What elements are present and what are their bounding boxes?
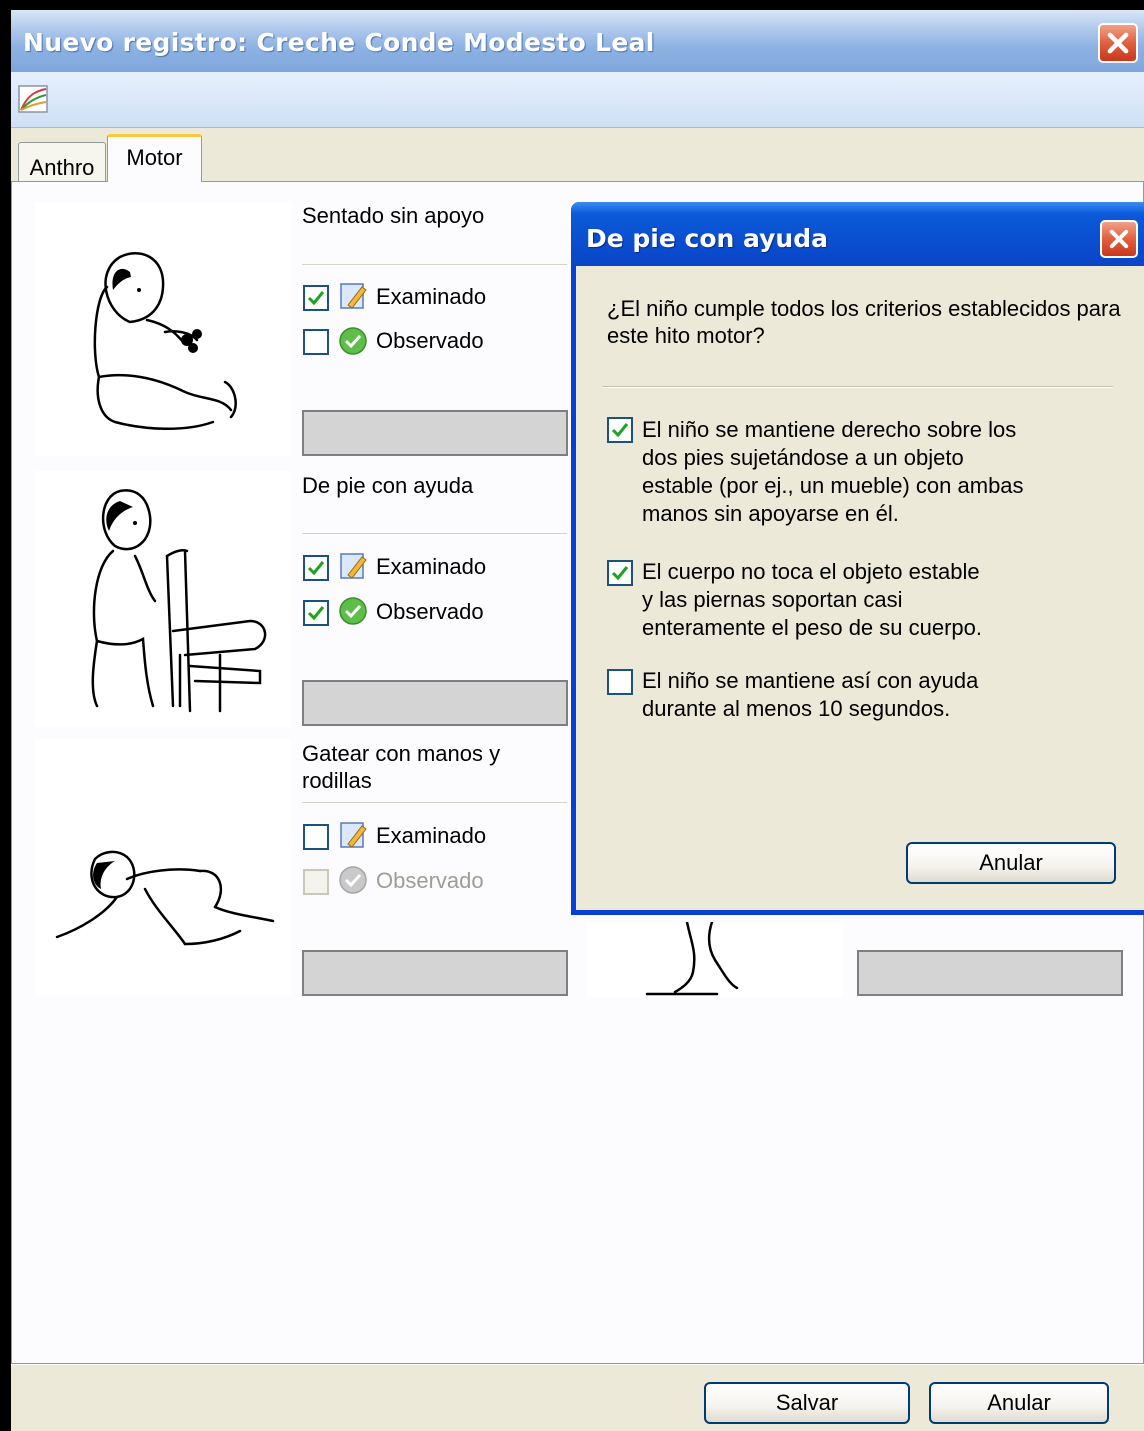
baby-standing-image: [35, 471, 291, 727]
examinado-checkbox[interactable]: [303, 285, 329, 311]
observado-label: Observado: [376, 328, 484, 353]
check-circle-icon: [339, 327, 367, 355]
criterion-checkbox[interactable]: [607, 417, 633, 443]
criterion-text: El niño se mantiene derecho sobre los do…: [642, 416, 1112, 528]
pencil-note-icon: [340, 822, 367, 848]
notes-field[interactable]: [302, 950, 568, 996]
divider: [302, 802, 567, 804]
criterion-checkbox[interactable]: [607, 560, 633, 586]
pencil-note-icon: [340, 553, 367, 579]
observado-checkbox[interactable]: [303, 329, 329, 355]
criterion-line: durante al menos 10 segundos.: [642, 696, 951, 721]
close-icon: [1109, 229, 1129, 249]
baby-walking-image: [587, 920, 843, 997]
examinado-checkbox[interactable]: [303, 555, 329, 581]
milestone-title: Gatear con manos y rodillas: [302, 741, 501, 793]
criterion-line: y las piernas soportan casi: [642, 587, 903, 612]
divider: [302, 533, 567, 535]
examinado-label: Examinado: [376, 554, 487, 579]
examinado-checkbox[interactable]: [303, 824, 329, 850]
criterion-line: El niño se mantiene así con ayuda: [642, 668, 979, 693]
tab-motor[interactable]: Motor: [107, 134, 202, 182]
dialog-body: ¿El niño cumple todos los criterios esta…: [576, 266, 1144, 910]
window-title: Nuevo registro: Creche Conde Modesto Lea…: [23, 28, 655, 57]
criterion-line: El cuerpo no toca el objeto estable: [642, 559, 980, 584]
chart-icon[interactable]: [17, 84, 49, 114]
criterion-line: manos sin apoyarse en él.: [642, 501, 899, 526]
criterion-checkbox[interactable]: [607, 669, 633, 695]
pencil-note-icon: [340, 283, 367, 309]
save-button[interactable]: Salvar: [704, 1382, 910, 1424]
dialog-title: De pie con ayuda: [586, 224, 828, 253]
check-circle-icon: [339, 597, 367, 625]
dialog-question: ¿El niño cumple todos los criterios esta…: [607, 296, 1121, 348]
criterion-line: El niño se mantiene derecho sobre los: [642, 417, 1017, 442]
dialog-cancel-button[interactable]: Anular: [906, 842, 1116, 884]
milestone-title: Sentado sin apoyo: [302, 203, 485, 228]
dialog-close-button[interactable]: [1100, 220, 1138, 258]
examinado-label: Examinado: [376, 823, 487, 848]
cancel-button[interactable]: Anular: [929, 1382, 1109, 1424]
baby-sitting-image: [35, 202, 291, 456]
observado-label: Observado: [376, 868, 484, 893]
examinado-label: Examinado: [376, 284, 487, 309]
criterion-line: enteramente el peso de su cuerpo.: [642, 615, 983, 640]
check-circle-icon: [339, 866, 367, 894]
criteria-dialog: De pie con ayuda ¿El niño cumple todos l…: [571, 202, 1144, 915]
criterion-line: estable (por ej., un mueble) con ambas: [642, 473, 1024, 498]
dialog-titlebar[interactable]: De pie con ayuda: [571, 202, 1144, 266]
tab-strip: Anthro Motor: [11, 129, 1144, 182]
notes-field[interactable]: [857, 950, 1123, 996]
tab-anthro[interactable]: Anthro: [18, 142, 106, 181]
criterion-text: El cuerpo no toca el objeto estable y la…: [642, 558, 1112, 642]
divider: [602, 386, 1113, 388]
close-icon: [1107, 32, 1129, 54]
notes-field[interactable]: [302, 410, 568, 456]
observado-checkbox[interactable]: [303, 869, 329, 895]
window-titlebar[interactable]: Nuevo registro: Creche Conde Modesto Lea…: [11, 10, 1144, 72]
divider: [302, 264, 567, 266]
baby-crawling-image: [35, 739, 291, 995]
bottom-bar: Salvar Anular: [11, 1364, 1144, 1431]
criterion-text: El niño se mantiene así con ayuda durant…: [642, 667, 1112, 723]
observado-label: Observado: [376, 599, 484, 624]
notes-field[interactable]: [302, 680, 568, 726]
main-window: Nuevo registro: Creche Conde Modesto Lea…: [11, 10, 1144, 1431]
criterion-line: dos pies sujetándose a un objeto: [642, 445, 964, 470]
milestone-title: De pie con ayuda: [302, 473, 474, 498]
toolbar: [11, 72, 1144, 128]
observado-checkbox[interactable]: [303, 600, 329, 626]
window-close-button[interactable]: [1098, 23, 1138, 63]
